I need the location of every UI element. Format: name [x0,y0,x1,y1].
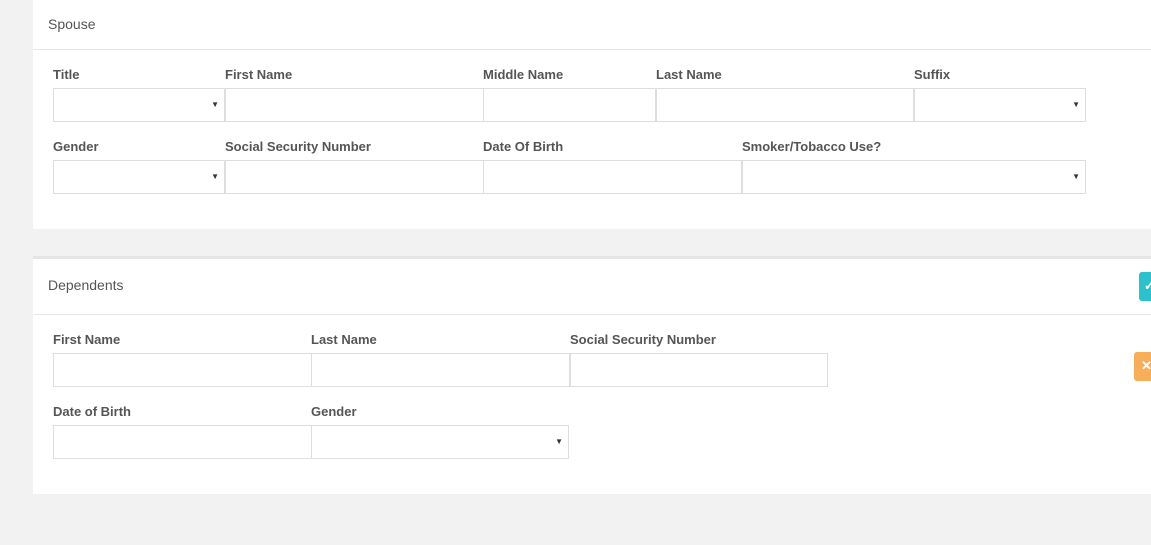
check-icon: ✓ [1144,278,1151,293]
spouse-first-name-input[interactable] [225,88,484,122]
dependent-gender-select[interactable]: ▼ [311,425,569,459]
caret-down-icon: ▼ [1072,100,1080,109]
spouse-dob-label: Date Of Birth [483,139,564,154]
dependent-last-name-input[interactable] [311,353,570,387]
spouse-panel: Spouse Title First Name Middle Name Last… [33,0,1151,229]
spouse-middle-name-label: Middle Name [483,67,564,82]
spouse-dob-input[interactable] [483,160,742,194]
spouse-last-name-label: Last Name [656,67,722,82]
spouse-gender-select[interactable]: ▼ [53,160,225,194]
dependent-ssn-label: Social Security Number [570,332,716,347]
dependents-panel-title: Dependents [48,277,124,293]
dependent-gender-label: Gender [311,404,357,419]
caret-down-icon: ▼ [211,100,219,109]
spouse-first-name-label: First Name [225,67,293,82]
spouse-smoker-label: Smoker/Tobacco Use? [742,139,882,154]
dependent-dob-input[interactable] [53,425,312,459]
spouse-ssn-label: Social Security Number [225,139,371,154]
spouse-suffix-label: Suffix [914,67,951,82]
add-dependent-button[interactable]: ✓ [1139,272,1151,301]
spouse-title-label: Title [53,67,80,82]
spouse-smoker-select[interactable]: ▼ [742,160,1086,194]
caret-down-icon: ▼ [555,437,563,446]
caret-down-icon: ▼ [1072,172,1080,181]
spouse-last-name-input[interactable] [656,88,914,122]
spouse-panel-title: Spouse [48,16,96,32]
spouse-gender-label: Gender [53,139,99,154]
close-icon: ✕ [1141,358,1151,373]
dependent-first-name-label: First Name [53,332,121,347]
dependent-dob-label: Date of Birth [53,404,131,419]
dependent-ssn-input[interactable] [570,353,828,387]
remove-dependent-button[interactable]: ✕ [1134,352,1151,381]
spouse-suffix-select[interactable]: ▼ [914,88,1086,122]
spouse-ssn-input[interactable] [225,160,484,194]
spouse-middle-name-input[interactable] [483,88,656,122]
dependent-first-name-input[interactable] [53,353,312,387]
spouse-header-divider [33,49,1151,50]
spouse-title-select[interactable]: ▼ [53,88,225,122]
caret-down-icon: ▼ [211,172,219,181]
dependents-header-divider [33,314,1151,315]
dependents-panel: Dependents ✓ First Name Last Name Social… [33,256,1151,494]
dependent-last-name-label: Last Name [311,332,377,347]
